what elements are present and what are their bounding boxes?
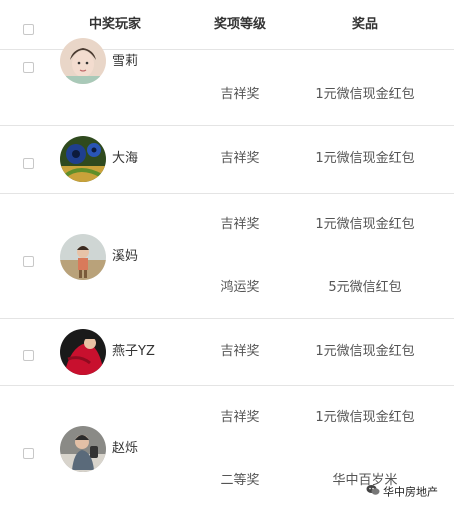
prize-level: 二等奖 — [220, 473, 260, 488]
wechat-icon — [366, 484, 380, 501]
row-checkbox[interactable] — [23, 350, 34, 361]
prize-level: 吉祥奖 — [220, 344, 260, 359]
player-name: 溪妈 — [112, 249, 139, 264]
table-row[interactable]: 大海 吉祥奖 1元微信现金红包 — [0, 126, 454, 194]
player-name: 燕子YZ — [112, 344, 155, 359]
table-row[interactable]: 雪莉 吉祥奖 1元微信现金红包 — [0, 38, 454, 126]
row-checkbox[interactable] — [23, 62, 34, 73]
prize-item: 1元微信现金红包 — [315, 87, 415, 102]
column-header-prize[interactable]: 奖品 — [300, 0, 430, 49]
prize-level: 吉祥奖 — [220, 217, 260, 232]
prize-item: 1元微信现金红包 — [315, 410, 415, 425]
row-checkbox[interactable] — [23, 448, 34, 459]
avatar — [60, 234, 106, 280]
row-checkbox[interactable] — [23, 158, 34, 169]
row-checkbox[interactable] — [23, 256, 34, 267]
player-name: 赵烁 — [112, 441, 139, 456]
prize-level: 吉祥奖 — [220, 151, 260, 166]
watermark: 华中房地产 — [366, 484, 438, 500]
avatar — [60, 136, 106, 182]
prize-level: 吉祥奖 — [220, 87, 260, 102]
avatar-red-dress-image — [60, 329, 106, 375]
column-header-level[interactable]: 奖项等级 — [200, 0, 280, 49]
table-row[interactable]: 溪妈 吉祥奖 1元微信现金红包 鸿运奖 5元微信红包 — [0, 194, 454, 319]
avatar-selfie-image — [60, 426, 106, 472]
avatar — [60, 329, 106, 375]
prize-item: 5元微信红包 — [328, 280, 402, 295]
watermark-text: 华中房地产 — [383, 485, 438, 499]
prize-item: 1元微信现金红包 — [315, 344, 415, 359]
prize-item: 1元微信现金红包 — [315, 151, 415, 166]
table-row[interactable]: 燕子YZ 吉祥奖 1元微信现金红包 — [0, 319, 454, 386]
avatar-child-image — [60, 234, 106, 280]
prize-item: 1元微信现金红包 — [315, 217, 415, 232]
prize-level: 吉祥奖 — [220, 410, 260, 425]
player-name: 雪莉 — [112, 54, 139, 69]
player-name: 大海 — [112, 151, 139, 166]
select-all-checkbox[interactable] — [23, 24, 34, 35]
avatar — [60, 426, 106, 472]
avatar — [60, 38, 106, 84]
avatar-portrait-image — [60, 38, 106, 84]
prize-level: 鸿运奖 — [220, 280, 260, 295]
avatar-flower-image — [60, 136, 106, 182]
